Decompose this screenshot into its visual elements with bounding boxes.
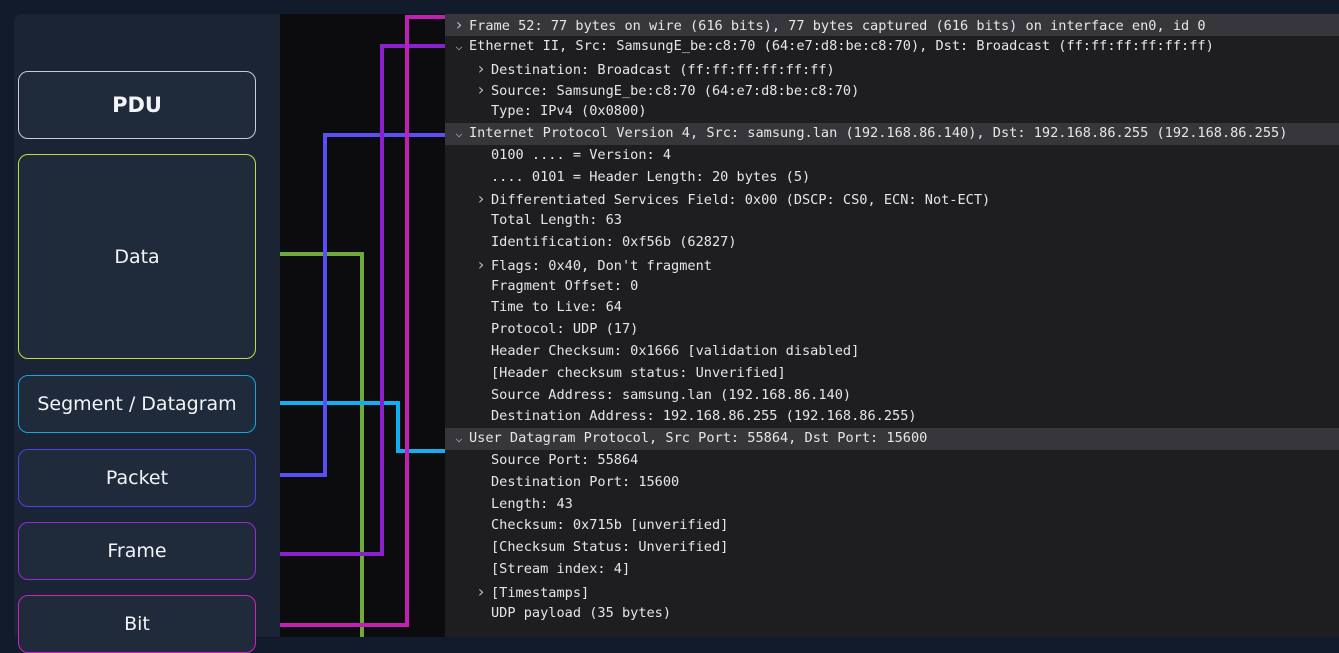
packet-detail-text: Flags: 0x40, Don't fragment <box>491 257 712 274</box>
packet-detail-row[interactable]: Identification: 0xf56b (62827) <box>445 232 1339 254</box>
packet-detail-text: [Header checksum status: Unverified] <box>491 364 786 381</box>
packet-detail-text: Source Port: 55864 <box>491 452 639 468</box>
packet-detail-text: Differentiated Services Field: 0x00 (DSC… <box>491 192 991 209</box>
packet-detail-row[interactable]: Source: SamsungE_be:c8:70 (64:e7:d8:be:c… <box>445 79 1339 101</box>
packet-detail-text: Source: SamsungE_be:c8:70 (64:e7:d8:be:c… <box>491 83 860 100</box>
packet-detail-text: [Timestamps] <box>491 584 590 601</box>
data-connector-line <box>280 252 364 637</box>
packet-detail-row[interactable]: [Stream index: 4] <box>445 559 1339 581</box>
packet-detail-text: Header Checksum: 0x1666 [validation disa… <box>491 343 860 359</box>
chevron-right-icon[interactable] <box>471 58 491 82</box>
packet-detail-text: Time to Live: 64 <box>491 299 622 316</box>
packet-detail-row[interactable]: Ethernet II, Src: SamsungE_be:c8:70 (64:… <box>445 36 1339 58</box>
packet-detail-row[interactable]: Source Address: samsung.lan (192.168.86.… <box>445 385 1339 407</box>
packet-detail-row[interactable]: 0100 .... = Version: 4 <box>445 145 1339 167</box>
packet-detail-row[interactable]: Time to Live: 64 <box>445 297 1339 319</box>
packet-detail-text: Internet Protocol Version 4, Src: samsun… <box>469 125 1288 141</box>
packet-details-pane[interactable]: Frame 52: 77 bytes on wire (616 bits), 7… <box>445 14 1339 637</box>
chevron-right-icon[interactable] <box>471 581 491 605</box>
packet-detail-row[interactable]: Internet Protocol Version 4, Src: samsun… <box>445 123 1339 145</box>
packet-detail-row[interactable]: UDP payload (35 bytes) <box>445 603 1339 625</box>
packet-detail-row[interactable]: Source Port: 55864 <box>445 450 1339 472</box>
packet-detail-row[interactable]: Total Length: 63 <box>445 210 1339 232</box>
packet-detail-text: Destination Port: 15600 <box>491 473 680 490</box>
packet-detail-text: Source Address: samsung.lan (192.168.86.… <box>491 386 852 403</box>
packet-detail-text: Total Length: 63 <box>491 212 622 229</box>
packet-detail-row[interactable]: Type: IPv4 (0x0800) <box>445 101 1339 123</box>
packet-detail-row[interactable]: Protocol: UDP (17) <box>445 319 1339 341</box>
chevron-right-icon[interactable] <box>471 188 491 212</box>
packet-detail-row[interactable]: Destination Port: 15600 <box>445 472 1339 494</box>
packet-detail-text: Checksum: 0x715b [unverified] <box>491 517 729 534</box>
chevron-down-icon[interactable] <box>449 428 469 450</box>
packet-detail-row[interactable]: .... 0101 = Header Length: 20 bytes (5) <box>445 167 1339 189</box>
packet-detail-row[interactable]: [Timestamps] <box>445 581 1339 603</box>
chevron-right-icon[interactable] <box>471 79 491 103</box>
packet-detail-text: .... 0101 = Header Length: 20 bytes (5) <box>491 168 811 185</box>
packet-detail-text: Destination Address: 192.168.86.255 (192… <box>491 408 917 425</box>
packet-detail-row[interactable]: Frame 52: 77 bytes on wire (616 bits), 7… <box>445 14 1339 36</box>
chevron-down-icon[interactable] <box>449 36 469 58</box>
packet-detail-text: Ethernet II, Src: SamsungE_be:c8:70 (64:… <box>469 37 1214 54</box>
packet-detail-row[interactable]: Flags: 0x40, Don't fragment <box>445 254 1339 276</box>
packet-detail-row[interactable]: Checksum: 0x715b [unverified] <box>445 515 1339 537</box>
packet-detail-text: User Datagram Protocol, Src Port: 55864,… <box>469 430 928 447</box>
chevron-right-icon[interactable] <box>471 254 491 278</box>
packet-detail-row[interactable]: Fragment Offset: 0 <box>445 276 1339 298</box>
packet-detail-text: Frame 52: 77 bytes on wire (616 bits), 7… <box>469 18 1206 34</box>
packet-detail-row[interactable]: Header Checksum: 0x1666 [validation disa… <box>445 341 1339 363</box>
packet-detail-text: UDP payload (35 bytes) <box>491 604 672 621</box>
chevron-right-icon[interactable] <box>449 14 469 38</box>
packet-detail-text: [Checksum Status: Unverified] <box>491 539 729 556</box>
packet-detail-text: Type: IPv4 (0x0800) <box>491 103 647 120</box>
packet-detail-text: [Stream index: 4] <box>491 561 631 577</box>
packet-detail-row[interactable]: Destination: Broadcast (ff:ff:ff:ff:ff:f… <box>445 58 1339 80</box>
packet-detail-text: Length: 43 <box>491 495 573 512</box>
packet-detail-row[interactable]: Differentiated Services Field: 0x00 (DSC… <box>445 188 1339 210</box>
packet-detail-row[interactable]: [Header checksum status: Unverified] <box>445 363 1339 385</box>
packet-detail-row[interactable]: Destination Address: 192.168.86.255 (192… <box>445 406 1339 428</box>
packet-detail-row[interactable]: [Checksum Status: Unverified] <box>445 537 1339 559</box>
packet-detail-text: Fragment Offset: 0 <box>491 277 639 294</box>
packet-detail-text: 0100 .... = Version: 4 <box>491 146 672 163</box>
packet-detail-row[interactable]: Length: 43 <box>445 494 1339 516</box>
packet-detail-text: Destination: Broadcast (ff:ff:ff:ff:ff:f… <box>491 61 835 78</box>
packet-detail-text: Protocol: UDP (17) <box>491 321 639 338</box>
packet-detail-text: Identification: 0xf56b (62827) <box>491 234 737 250</box>
chevron-down-icon[interactable] <box>449 123 469 145</box>
packet-detail-row[interactable]: User Datagram Protocol, Src Port: 55864,… <box>445 428 1339 450</box>
